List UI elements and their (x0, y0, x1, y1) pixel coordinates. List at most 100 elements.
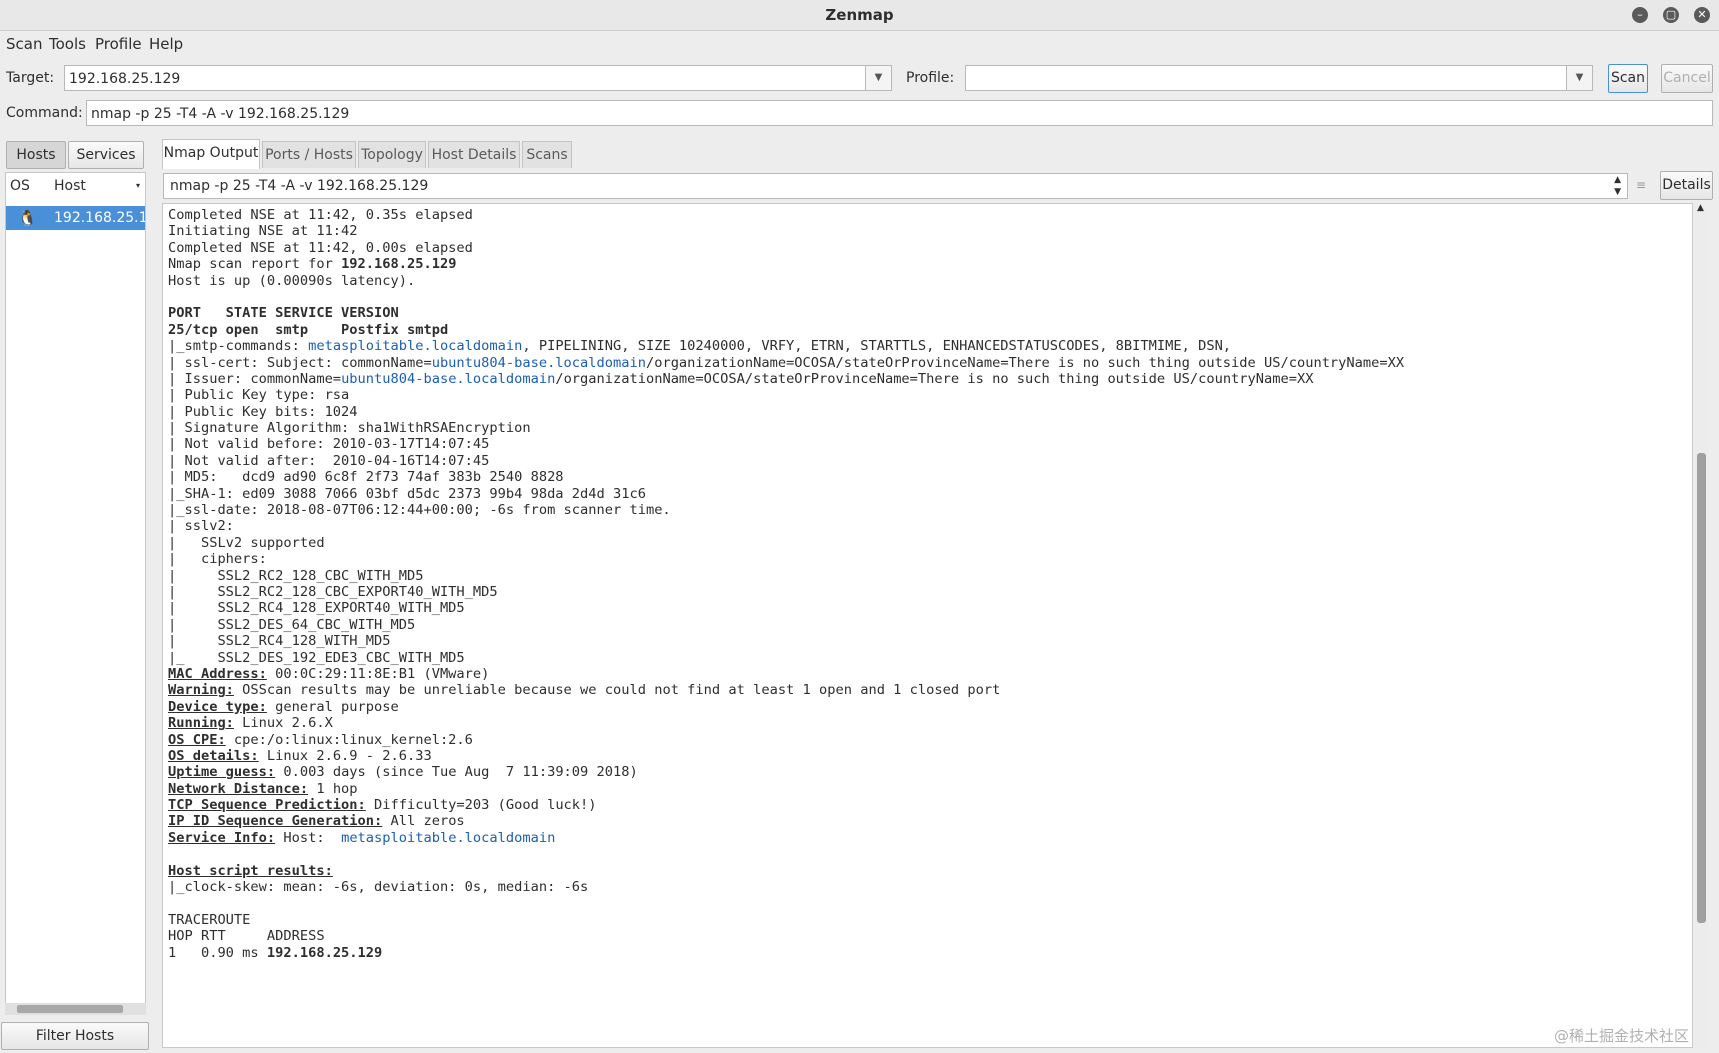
output-segment: OS details: (168, 747, 259, 764)
output-line: Running: Linux 2.6.X (168, 714, 1404, 732)
output-line: | SSL2_RC4_128_WITH_MD5 (168, 632, 1404, 649)
output-line: TCP Sequence Prediction: Difficulty=203 … (168, 796, 1404, 813)
output-scan-selector[interactable]: nmap -p 25 -T4 -A -v 192.168.25.129 ▲ ▼ (163, 173, 1628, 199)
output-segment: Network Distance: (168, 780, 309, 797)
output-link[interactable]: metasploitable.localdomain (341, 830, 555, 846)
tab-nmap-output[interactable]: Nmap Output (162, 139, 260, 169)
output-segment: |_smtp-commands: (168, 338, 309, 355)
output-segment: | Issuer: commonName= (168, 370, 342, 387)
tab-host-details[interactable]: Host Details (428, 141, 520, 168)
output-line: Initiating NSE at 11:42 (168, 222, 1404, 240)
host-row[interactable]: 🐧 192.168.25.129 (6, 206, 145, 230)
menu-tools[interactable]: Tools (49, 35, 86, 53)
output-segment: Completed NSE at 11:42, 0.35s elapsed (168, 207, 473, 223)
output-segment: Initiating NSE at 11:42 (168, 223, 358, 240)
output-segment: |_clock-skew: mean: -6s, deviation: 0s, … (168, 879, 589, 896)
output-segment: PORT STATE SERVICE VERSION (168, 305, 399, 322)
scroll-up-icon[interactable]: ▲ (1697, 203, 1704, 213)
output-line: | ssl-cert: Subject: commonName=ubuntu80… (168, 354, 1405, 371)
details-button[interactable]: Details (1660, 171, 1713, 200)
output-segment: | Not valid after: 2010-04-16T14:07:45 (168, 452, 490, 469)
drag-handle-icon[interactable]: ≡ (1636, 178, 1646, 192)
col-host[interactable]: Host (54, 173, 86, 199)
target-input[interactable]: 192.168.25.129 (64, 65, 866, 91)
menu-help[interactable]: Help (149, 35, 183, 53)
output-segment: MAC Address: (168, 665, 267, 682)
services-button[interactable]: Services (68, 141, 144, 169)
output-line: | MD5: dcd9 ad90 6c8f 2f73 74af 383b 254… (168, 468, 1404, 485)
output-segment: 25/tcp open smtp Postfix smtpd (168, 321, 449, 338)
command-label: Command: (6, 105, 83, 121)
minimize-icon[interactable]: – (1632, 7, 1648, 23)
target-dropdown-icon[interactable]: ▼ (866, 65, 892, 91)
output-segment: | sslv2: (168, 518, 234, 535)
output-line: Nmap scan report for 192.168.25.129 (168, 255, 1404, 272)
output-line: Device type: general purpose (168, 698, 1404, 715)
output-line: | Public Key type: rsa (168, 386, 1404, 404)
output-line: IP ID Sequence Generation: All zeros (168, 812, 1404, 830)
output-segment: OSScan results may be unreliable because… (233, 682, 1001, 699)
output-line: | Signature Algorithm: sha1WithRSAEncryp… (168, 419, 1404, 436)
scan-button[interactable]: Scan (1608, 64, 1648, 93)
output-segment: 00:0C:29:11:8E:B1 (VMware) (266, 665, 490, 682)
output-segment: Linux 2.6.X (233, 715, 333, 732)
output-segment: Device type: (168, 698, 267, 715)
output-scrollbar[interactable]: ▲ (1694, 203, 1708, 1048)
output-segment: | SSL2_RC2_128_CBC_WITH_MD5 (168, 567, 424, 584)
tab-ports-hosts[interactable]: Ports / Hosts (262, 141, 356, 168)
menu-profile[interactable]: Profile (95, 35, 142, 53)
output-line: 1 0.90 ms 192.168.25.129 (168, 944, 1404, 961)
close-icon[interactable]: ✕ (1694, 7, 1710, 23)
menu-scan[interactable]: Scan (6, 35, 42, 53)
output-segment: general purpose (266, 698, 399, 715)
output-segment: |_ssl-date: 2018-08-07T06:12:44+00:00; -… (168, 502, 671, 519)
output-line: | SSL2_DES_64_CBC_WITH_MD5 (168, 616, 1404, 633)
output-segment: All zeros (382, 813, 465, 830)
output-segment: TRACEROUTE (168, 911, 251, 928)
output-segment: 192.168.25.129 (266, 944, 383, 961)
output-link[interactable]: metasploitable.localdomain (308, 338, 522, 354)
title-bar: Zenmap – ▢ ✕ (0, 0, 1719, 31)
output-segment: /organizationName=OCOSA/stateOrProvinceN… (555, 370, 1314, 387)
host-address: 192.168.25.129 (54, 210, 145, 226)
profile-combo[interactable] (965, 65, 1567, 91)
output-segment: /organizationName=OCOSA/stateOrProvinceN… (645, 354, 1405, 371)
output-segment: Completed NSE at 11:42, 0.00s elapsed (168, 239, 473, 256)
output-segment: Host script results: (168, 862, 333, 879)
linux-penguin-icon: 🐧 (18, 209, 37, 227)
output-segment: | Public Key type: rsa (168, 387, 350, 404)
filter-hosts-button[interactable]: Filter Hosts (1, 1022, 149, 1050)
output-line: | SSL2_RC2_128_CBC_WITH_MD5 (168, 567, 1404, 584)
output-segment: | ciphers: (168, 551, 267, 568)
scrollbar-thumb[interactable] (1697, 453, 1706, 923)
host-list-scrollbar[interactable] (5, 1003, 146, 1015)
command-input[interactable]: nmap -p 25 -T4 -A -v 192.168.25.129 (86, 100, 1713, 126)
output-line: | SSL2_RC2_128_CBC_EXPORT40_WITH_MD5 (168, 583, 1404, 600)
profile-dropdown-icon[interactable]: ▼ (1567, 65, 1593, 91)
output-line: MAC Address: 00:0C:29:11:8E:B1 (VMware) (168, 665, 1404, 682)
output-segment: Service Info: (168, 829, 276, 846)
cancel-button[interactable]: Cancel (1661, 64, 1713, 93)
output-line: Uptime guess: 0.003 days (since Tue Aug … (168, 763, 1404, 780)
output-line: | Issuer: commonName=ubuntu804-base.loca… (168, 370, 1404, 387)
output-segment: Warning: (168, 682, 234, 699)
output-line: Network Distance: 1 hop (168, 780, 1404, 797)
maximize-icon[interactable]: ▢ (1663, 7, 1679, 23)
tab-topology[interactable]: Topology (358, 141, 426, 168)
nmap-output-text[interactable]: Completed NSE at 11:42, 0.35s elapsed Ini… (162, 203, 1693, 1048)
col-os[interactable]: OS (10, 173, 30, 199)
hosts-button[interactable]: Hosts (6, 141, 66, 169)
output-line: | Not valid before: 2010-03-17T14:07:45 (168, 435, 1404, 452)
output-segment: cpe:/o:linux:linux_kernel:2.6 (225, 731, 473, 748)
scrollbar-thumb[interactable] (17, 1005, 123, 1013)
tab-scans[interactable]: Scans (522, 141, 572, 168)
output-link[interactable]: ubuntu804-base.localdomain (432, 355, 646, 371)
output-line: | ciphers: (168, 550, 1404, 568)
menu-bar: Scan Tools Profile Help (0, 31, 1719, 57)
output-link[interactable]: ubuntu804-base.localdomain (341, 371, 555, 387)
output-line: Completed NSE at 11:42, 0.35s elapsed (168, 206, 1404, 223)
output-line: 25/tcp open smtp Postfix smtpd (168, 321, 1404, 338)
output-segment: |_SHA-1: ed09 3088 7066 03bf d5dc 2373 9… (168, 485, 646, 502)
output-segment: | SSL2_RC2_128_CBC_EXPORT40_WITH_MD5 (168, 583, 498, 600)
